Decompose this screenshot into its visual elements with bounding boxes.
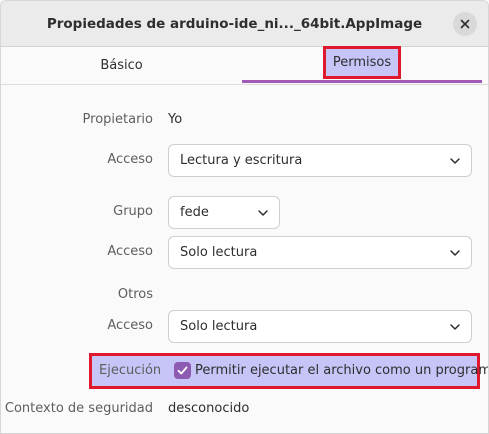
owner-access-dropdown[interactable]: Lectura y escritura xyxy=(168,144,472,177)
owner-label: Propietario xyxy=(82,112,153,127)
chevron-down-icon xyxy=(258,210,268,216)
execute-checkbox[interactable] xyxy=(174,362,191,379)
tab-bar: Básico Permisos xyxy=(1,46,488,85)
tab-basico-label: Básico xyxy=(100,58,143,73)
execute-checkbox-label[interactable]: Permitir ejecutar el archivo como un pro… xyxy=(195,356,488,386)
properties-dialog: Propiedades de arduino-ide_ni..._64bit.A… xyxy=(0,0,489,434)
execution-label: Ejecución xyxy=(99,363,162,378)
titlebar: Propiedades de arduino-ide_ni..._64bit.A… xyxy=(1,1,488,47)
group-dropdown[interactable]: fede xyxy=(168,196,280,229)
close-icon xyxy=(460,19,470,29)
others-label: Otros xyxy=(117,287,153,302)
tab-permisos-label: Permisos xyxy=(322,46,402,79)
checkmark-icon xyxy=(177,366,188,375)
window-title: Propiedades de arduino-ide_ni..._64bit.A… xyxy=(46,16,423,32)
others-access-value: Solo lectura xyxy=(180,319,258,334)
owner-value: Yo xyxy=(168,112,183,127)
others-access-dropdown[interactable]: Solo lectura xyxy=(168,310,472,343)
chevron-down-icon xyxy=(450,158,460,164)
others-access-label: Acceso xyxy=(107,318,153,333)
security-context-label: Contexto de seguridad xyxy=(4,401,153,416)
tab-basico[interactable]: Básico xyxy=(1,47,242,84)
owner-access-label: Acceso xyxy=(107,152,153,167)
security-context-value: desconocido xyxy=(168,401,250,416)
group-access-label: Acceso xyxy=(107,244,153,259)
close-button[interactable] xyxy=(453,12,477,36)
owner-access-value: Lectura y escritura xyxy=(180,153,303,168)
chevron-down-icon xyxy=(450,250,460,256)
group-access-dropdown[interactable]: Solo lectura xyxy=(168,236,472,269)
group-access-value: Solo lectura xyxy=(180,245,258,260)
tab-permisos[interactable]: Permisos xyxy=(242,46,482,84)
group-label: Grupo xyxy=(113,204,153,219)
execution-row: Ejecución Permitir ejecutar el archivo c… xyxy=(89,353,488,389)
group-value: fede xyxy=(180,205,209,220)
chevron-down-icon xyxy=(450,324,460,330)
tab-selected-indicator xyxy=(242,80,482,83)
